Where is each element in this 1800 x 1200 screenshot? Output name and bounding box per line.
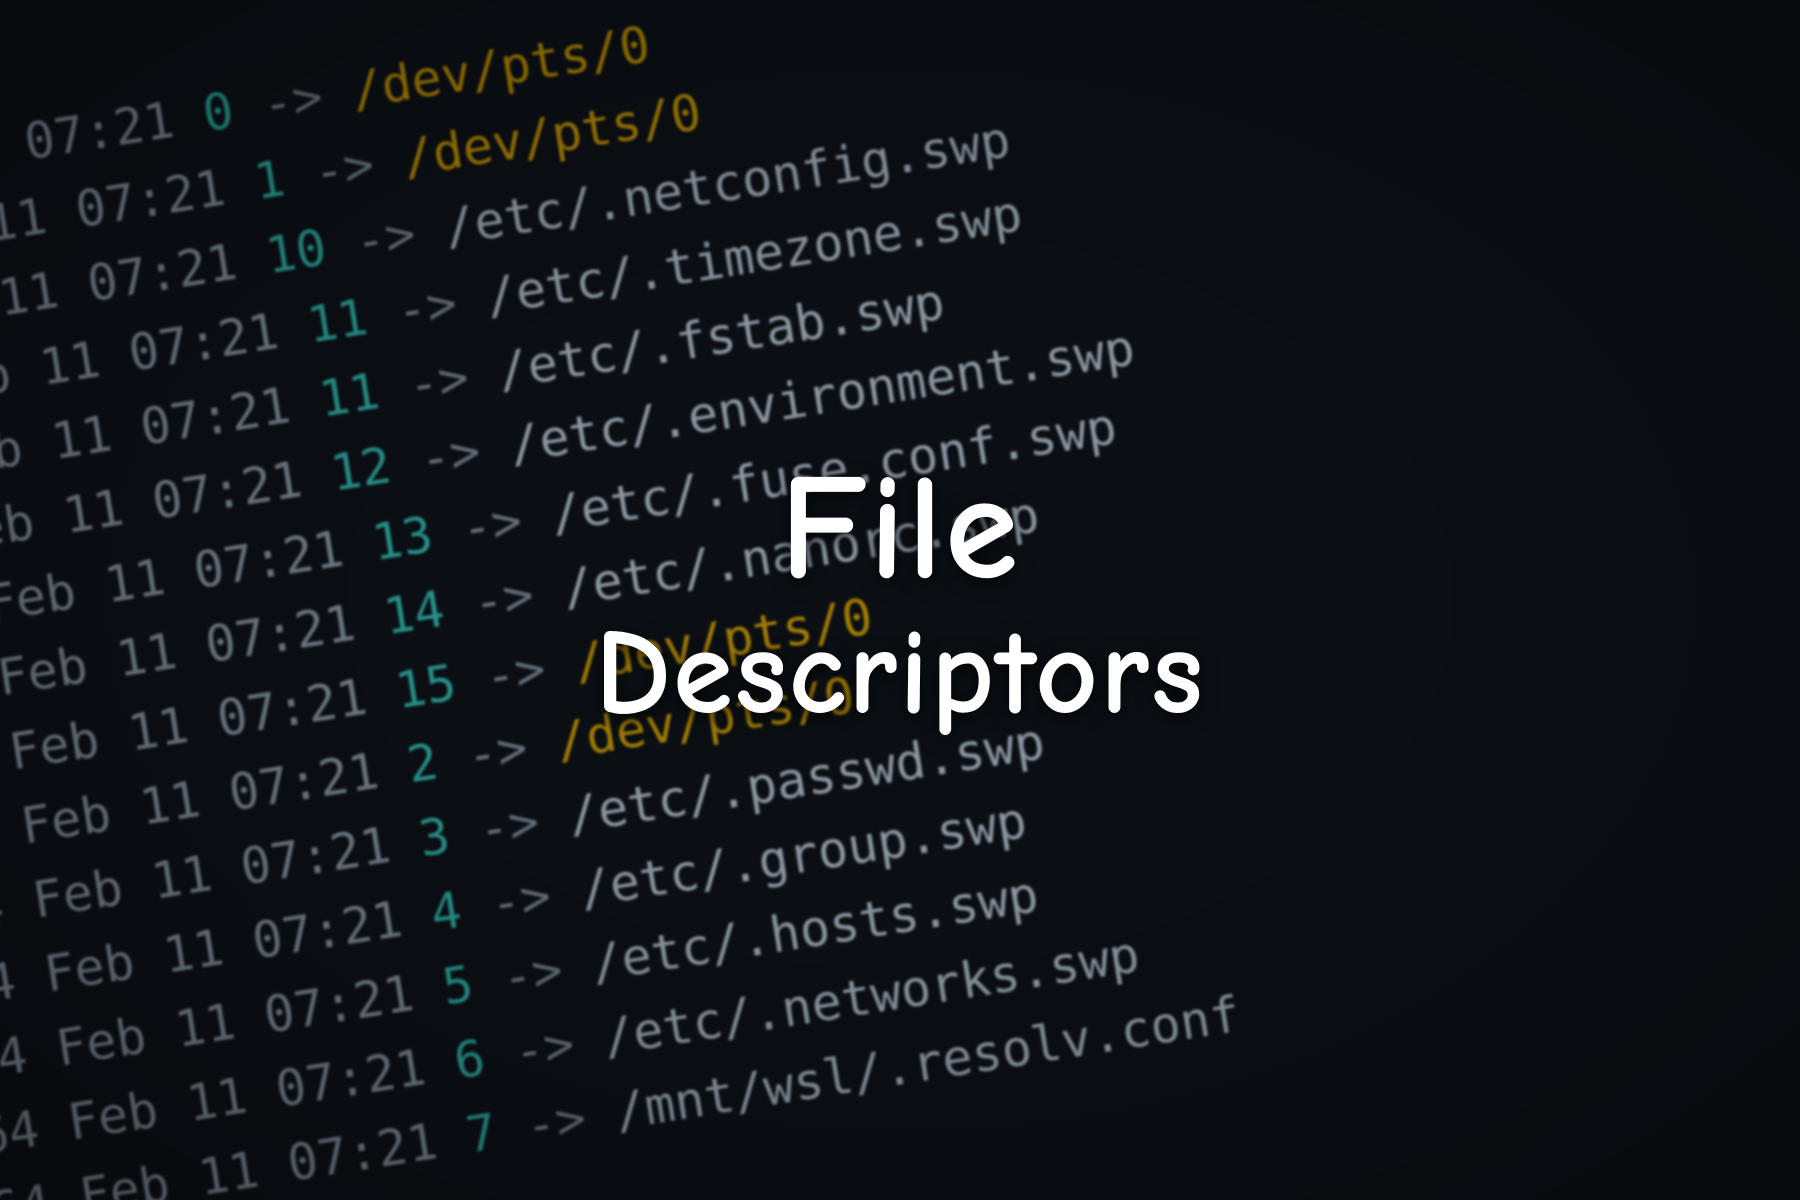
arrow-icon: -> — [392, 274, 461, 341]
hero-image: 39/fd# ls ot 64 Feb 11 07:21 0 -> /dev/p… — [0, 0, 1800, 1200]
arrow-icon: -> — [486, 866, 555, 933]
fd-number: 12 — [327, 436, 396, 503]
fd-number: 3 — [415, 806, 454, 868]
arrow-icon: -> — [521, 1089, 590, 1156]
fd-number: 11 — [303, 288, 372, 355]
fd-number: 14 — [380, 579, 449, 646]
arrow-icon: -> — [469, 565, 538, 632]
fd-number: 11 — [315, 362, 384, 429]
fd-number: 1 — [250, 149, 289, 211]
fd-number: 6 — [450, 1029, 489, 1091]
fd-number: 0 — [199, 81, 238, 143]
fd-number: 2 — [403, 732, 442, 794]
arrow-icon: -> — [404, 348, 473, 415]
fd-number: 4 — [427, 881, 466, 943]
fd-number: 15 — [392, 654, 461, 721]
arrow-icon: -> — [510, 1015, 579, 1082]
arrow-icon: -> — [457, 491, 526, 558]
title-word-2: Descriptors — [595, 615, 1205, 731]
title-word-1: File — [780, 442, 1021, 615]
arrow-icon: -> — [416, 422, 485, 489]
fd-number: 7 — [462, 1103, 501, 1165]
arrow-icon: -> — [498, 940, 567, 1007]
fd-number: 5 — [438, 955, 477, 1017]
arrow-icon: -> — [351, 204, 420, 271]
arrow-icon: -> — [463, 718, 532, 785]
page-title: File Descriptors — [595, 458, 1205, 730]
fd-number: 13 — [368, 505, 437, 572]
arrow-icon: -> — [258, 67, 327, 134]
arrow-icon: -> — [481, 639, 550, 706]
arrow-icon: -> — [474, 792, 543, 859]
arrow-icon: -> — [309, 135, 378, 202]
fd-number: 10 — [262, 219, 331, 286]
